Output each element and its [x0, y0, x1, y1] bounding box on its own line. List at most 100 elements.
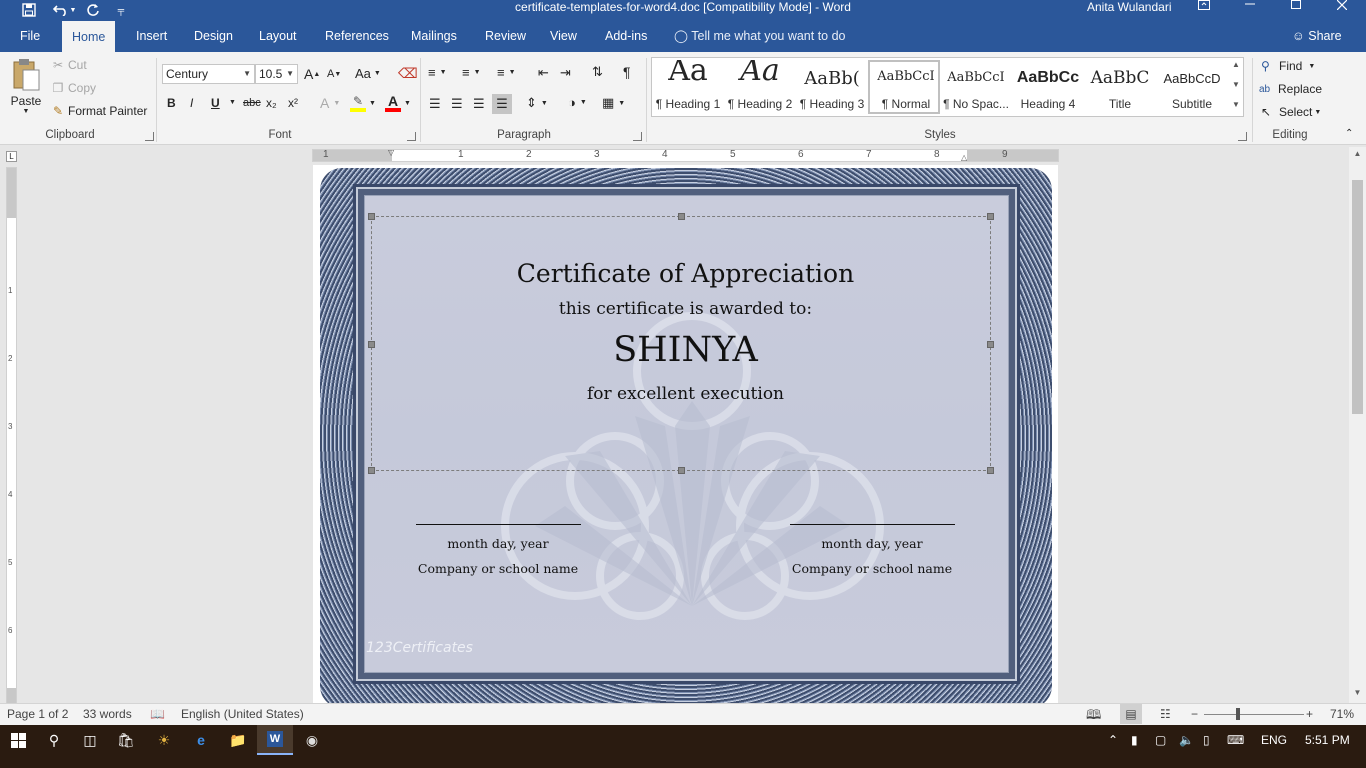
gallery-scroll-up-icon[interactable]: ▲ [1229, 60, 1243, 69]
tab-selector[interactable]: L [6, 151, 17, 162]
style-subtitle[interactable]: AaBbCcD Subtitle [1156, 60, 1228, 114]
font-family-combo[interactable]: Century ▼ [162, 64, 255, 84]
battery-icon[interactable]: ▮ [1131, 725, 1138, 755]
zoom-level[interactable]: 71% [1330, 704, 1354, 725]
web-layout-icon[interactable]: ☷ [1160, 704, 1171, 725]
tell-me-box[interactable]: ◯ Tell me what you want to do [674, 20, 846, 52]
certificate-title[interactable]: Certificate of Appreciation [313, 259, 1058, 288]
media-app-icon[interactable]: ◉ [294, 725, 330, 755]
tab-design[interactable]: Design [184, 20, 243, 52]
borders-button[interactable]: ▦ ▼ [602, 95, 625, 111]
resize-handle[interactable] [368, 467, 375, 474]
close-icon[interactable] [1319, 0, 1365, 20]
style-title[interactable]: AaBbC Title [1084, 60, 1156, 114]
italic-button[interactable]: I [190, 96, 193, 110]
volume-icon[interactable]: 🔈 [1179, 725, 1194, 755]
resize-handle[interactable] [678, 467, 685, 474]
input-language[interactable]: ENG [1261, 725, 1287, 755]
style-heading-1[interactable]: Aa ¶ Heading 1 [652, 60, 724, 114]
underline-dropdown-icon[interactable]: ▼ [229, 99, 236, 106]
word-taskbar-icon[interactable]: W [257, 725, 293, 755]
numbering-button[interactable]: ≡ ▼ [462, 65, 481, 80]
grow-font-button[interactable]: A ▲ [304, 66, 320, 82]
tab-mailings[interactable]: Mailings [401, 20, 467, 52]
subscript-button[interactable]: x₂ [266, 96, 277, 110]
paste-button[interactable]: Paste ▼ [8, 58, 44, 122]
resize-handle[interactable] [368, 213, 375, 220]
gallery-scroll-down-icon[interactable]: ▼ [1229, 80, 1243, 89]
word-count[interactable]: 33 words [83, 704, 132, 725]
search-icon[interactable]: ⚲ [36, 725, 72, 755]
left-organization[interactable]: Company or school name [398, 561, 598, 576]
scroll-thumb[interactable] [1352, 180, 1363, 414]
task-view-icon[interactable]: ◫ [72, 725, 108, 755]
superscript-button[interactable]: x² [288, 96, 298, 110]
increase-indent-button[interactable]: ⇥ [560, 65, 571, 81]
shading-button[interactable]: ◑ ▼ [568, 95, 587, 110]
restore-icon[interactable] [1273, 0, 1319, 20]
zoom-out-icon[interactable]: − [1191, 704, 1198, 725]
select-button[interactable]: ↖ Select ▼ [1261, 105, 1321, 119]
zoom-slider-thumb[interactable] [1235, 708, 1240, 720]
resize-handle[interactable] [678, 213, 685, 220]
font-size-combo[interactable]: 10.5 ▼ [255, 64, 298, 84]
style-heading-2[interactable]: Aa ¶ Heading 2 [724, 60, 796, 114]
highlight-color-button[interactable]: ✎ ▼ [350, 94, 376, 112]
line-spacing-button[interactable]: ⇕ ▼ [526, 95, 548, 111]
language-indicator[interactable]: English (United States) [181, 704, 304, 725]
replace-button[interactable]: ab Replace [1259, 82, 1322, 96]
sort-button[interactable]: ⇅ [592, 64, 603, 80]
decrease-indent-button[interactable]: ⇤ [538, 65, 549, 81]
tab-file[interactable]: File [10, 20, 50, 52]
justify-button[interactable]: ☰ [492, 94, 512, 114]
document-area[interactable]: Certificate of Appreciation this certifi… [20, 165, 1348, 703]
clipboard-launcher-icon[interactable] [145, 132, 154, 141]
paragraph-launcher-icon[interactable] [633, 132, 642, 141]
windows-start-icon[interactable] [0, 725, 36, 755]
right-organization[interactable]: Company or school name [772, 561, 972, 576]
text-effects-button[interactable]: A ▼ [320, 95, 340, 111]
page-count[interactable]: Page 1 of 2 [7, 704, 68, 725]
clear-formatting-button[interactable]: ⌫ [398, 65, 418, 82]
styles-launcher-icon[interactable] [1238, 132, 1247, 141]
tab-insert[interactable]: Insert [126, 20, 177, 52]
collapse-ribbon-icon[interactable]: ⌃ [1345, 128, 1353, 139]
tab-home[interactable]: Home [62, 21, 116, 52]
style-normal[interactable]: AaBbCcI ¶ Normal [868, 60, 940, 114]
style-heading-3[interactable]: AaBb( ¶ Heading 3 [796, 60, 868, 114]
show-formatting-button[interactable]: ¶ [623, 64, 631, 80]
bullets-button[interactable]: ≡ ▼ [428, 65, 447, 80]
tab-review[interactable]: Review [475, 20, 536, 52]
multilevel-list-button[interactable]: ≡ ▼ [497, 65, 516, 80]
first-line-indent-icon[interactable]: ▽ [388, 148, 394, 157]
file-explorer-icon[interactable]: 📁 [220, 725, 256, 755]
underline-button[interactable]: U [211, 96, 220, 110]
align-left-button[interactable]: ☰ [429, 96, 441, 112]
zoom-slider-track[interactable] [1204, 714, 1304, 715]
document-page[interactable]: Certificate of Appreciation this certifi… [313, 165, 1058, 703]
resize-handle[interactable] [987, 467, 994, 474]
award-reason[interactable]: for excellent execution [313, 384, 1058, 404]
font-launcher-icon[interactable] [407, 132, 416, 141]
right-date[interactable]: month day, year [772, 536, 972, 551]
show-hidden-icons[interactable]: ⌃ [1108, 725, 1118, 755]
tab-references[interactable]: References [315, 20, 399, 52]
print-layout-icon[interactable]: ▤ [1120, 704, 1142, 724]
store-icon[interactable]: 🛍 [108, 725, 144, 755]
vertical-scrollbar[interactable]: ▲ ▼ [1349, 147, 1366, 703]
strikethrough-button[interactable]: abc [243, 97, 261, 109]
horizontal-ruler[interactable]: 1 1 2 3 4 5 6 7 8 9 ▽ △ [312, 148, 1059, 162]
bold-button[interactable]: B [167, 96, 176, 110]
resize-handle[interactable] [987, 213, 994, 220]
styles-gallery[interactable]: Aa ¶ Heading 1 Aa ¶ Heading 2 AaBb( ¶ He… [651, 57, 1244, 117]
gallery-more-icon[interactable]: ▼ [1229, 100, 1243, 109]
right-indent-icon[interactable]: △ [961, 153, 967, 162]
certificate-subtitle[interactable]: this certificate is awarded to: [313, 299, 1058, 319]
style-no-spacing[interactable]: AaBbCcI ¶ No Spac... [940, 60, 1012, 114]
clock[interactable]: 5:51 PM [1305, 725, 1350, 755]
recipient-name[interactable]: SHINYA [313, 330, 1058, 370]
notifications-icon[interactable]: ▯ [1203, 725, 1210, 755]
minimize-icon[interactable] [1227, 0, 1273, 20]
zoom-in-icon[interactable]: + [1306, 704, 1313, 725]
photos-app-icon[interactable]: ☀ [146, 725, 182, 755]
